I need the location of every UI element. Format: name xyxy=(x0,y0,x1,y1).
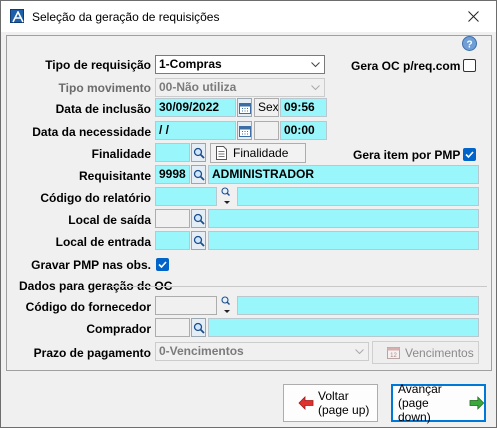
svg-text:12: 12 xyxy=(390,353,397,359)
window-title: Seleção da geração de requisições xyxy=(32,10,220,24)
lookup-icon xyxy=(193,235,205,247)
avancar-button[interactable]: Avançar (page down) xyxy=(391,382,486,424)
voltar-label: Voltar xyxy=(318,389,349,403)
requisitante-lookup-button[interactable] xyxy=(191,165,206,184)
dia-semana-inclusao: Sex xyxy=(254,98,279,117)
help-icon[interactable]: ? xyxy=(462,36,477,51)
lookup-icon xyxy=(193,322,205,334)
close-button[interactable] xyxy=(450,1,496,32)
avancar-shortcut: (page down) xyxy=(398,396,431,424)
lookup-dropdown-icon xyxy=(221,187,230,204)
local-saida-lookup-button[interactable] xyxy=(191,209,206,228)
requisitante-codigo-input[interactable]: 9998 xyxy=(155,165,190,184)
local-saida-descricao xyxy=(208,209,479,228)
data-inclusao-input[interactable]: 30/09/2022 xyxy=(155,98,236,117)
arrow-left-icon xyxy=(298,396,314,410)
label-local-saida: Local de saída xyxy=(68,213,151,227)
codigo-fornecedor-lookup-button[interactable] xyxy=(220,295,234,316)
check-icon xyxy=(158,261,167,269)
hora-inclusao-input[interactable]: 09:56 xyxy=(280,98,327,117)
codigo-relatorio-lookup-button[interactable] xyxy=(220,186,234,207)
lookup-icon xyxy=(193,169,205,181)
lookup-icon xyxy=(193,213,205,225)
calendar-necessidade-button[interactable] xyxy=(237,121,252,140)
avancar-label: Avançar xyxy=(398,382,442,396)
prazo-pagamento-value: 0-Vencimentos xyxy=(159,344,244,358)
finalidade-lookup-button[interactable] xyxy=(191,143,206,162)
codigo-fornecedor-descricao xyxy=(237,296,479,315)
label-gera-oc: Gera OC p/req.com xyxy=(351,59,461,73)
label-gravar-pmp: Gravar PMP nas obs. xyxy=(31,258,151,272)
label-local-entrada: Local de entrada xyxy=(55,235,151,249)
gravar-pmp-checkbox[interactable] xyxy=(156,258,169,271)
tipo-requisicao-select[interactable]: 1-Compras xyxy=(155,55,325,74)
group-divider xyxy=(111,286,487,287)
dialog-window: Seleção da geração de requisições ? Tipo… xyxy=(0,0,497,428)
tipo-movimento-value: 00-Não utiliza xyxy=(159,80,237,94)
gera-item-pmp-checkbox[interactable] xyxy=(463,148,476,161)
label-data-necessidade: Data da necessidade xyxy=(32,125,151,139)
document-icon xyxy=(216,146,227,160)
tipo-requisicao-value: 1-Compras xyxy=(159,57,222,71)
finalidade-button[interactable]: Finalidade xyxy=(210,143,306,163)
voltar-shortcut: (page up) xyxy=(318,403,370,417)
label-codigo-relatorio: Código do relatório xyxy=(40,191,151,205)
tipo-movimento-select[interactable]: 00-Não utiliza xyxy=(155,78,325,97)
calendar-icon xyxy=(238,125,251,137)
calendar-inclusao-button[interactable] xyxy=(237,98,252,117)
chevron-down-icon xyxy=(309,58,321,71)
app-icon xyxy=(10,9,24,23)
label-tipo-movimento: Tipo movimento xyxy=(58,81,151,95)
arrow-right-icon xyxy=(469,396,485,410)
codigo-relatorio-descricao xyxy=(237,187,479,206)
chevron-down-icon xyxy=(353,345,365,358)
check-icon xyxy=(465,151,474,159)
finalidade-input[interactable] xyxy=(155,143,190,162)
local-entrada-lookup-button[interactable] xyxy=(191,231,206,250)
label-requisitante: Requisitante xyxy=(78,169,151,183)
local-saida-input[interactable] xyxy=(155,209,190,228)
label-finalidade: Finalidade xyxy=(91,147,151,161)
comprador-lookup-button[interactable] xyxy=(191,318,206,337)
codigo-fornecedor-input[interactable] xyxy=(155,296,217,315)
requisitante-nome-field: ADMINISTRADOR xyxy=(208,165,479,184)
local-entrada-input[interactable] xyxy=(155,231,190,250)
label-gera-item-pmp: Gera item por PMP xyxy=(353,148,461,162)
hora-necessidade-input[interactable]: 00:00 xyxy=(280,121,327,140)
lookup-dropdown-icon xyxy=(221,296,230,313)
lookup-icon xyxy=(193,147,205,159)
label-data-inclusao: Data de inclusão xyxy=(55,102,151,116)
comprador-input[interactable] xyxy=(155,318,190,337)
dia-semana-necessidade xyxy=(254,121,279,140)
finalidade-button-label: Finalidade xyxy=(233,146,289,160)
local-entrada-descricao xyxy=(208,231,479,250)
vencimentos-button[interactable]: 12 Vencimentos xyxy=(372,341,479,364)
vencimentos-button-label: Vencimentos xyxy=(405,345,474,360)
data-necessidade-input[interactable]: / / xyxy=(155,121,236,140)
chevron-down-icon xyxy=(309,81,321,94)
label-comprador: Comprador xyxy=(86,322,151,336)
svg-text:?: ? xyxy=(466,40,472,51)
prazo-pagamento-select[interactable]: 0-Vencimentos xyxy=(155,342,369,361)
title-bar: Seleção da geração de requisições xyxy=(1,1,496,32)
gera-oc-checkbox[interactable] xyxy=(463,59,476,72)
calendar-page-icon: 12 xyxy=(387,347,400,359)
voltar-button[interactable]: Voltar (page up) xyxy=(283,384,378,422)
label-tipo-requisicao: Tipo de requisição xyxy=(45,58,151,72)
codigo-relatorio-input[interactable] xyxy=(155,187,217,206)
calendar-icon xyxy=(238,102,251,114)
label-prazo-pagamento: Prazo de pagamento xyxy=(33,346,151,360)
label-codigo-fornecedor: Código do fornecedor xyxy=(25,300,151,314)
comprador-descricao xyxy=(208,318,479,337)
close-icon xyxy=(467,11,479,22)
